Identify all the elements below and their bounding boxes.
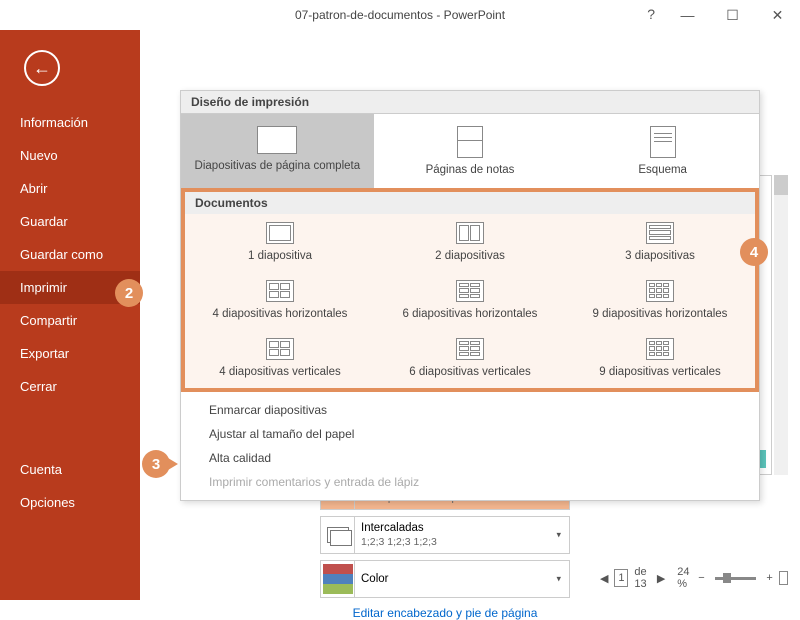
layout-dropdown-panel: Diseño de impresión Diapositivas de pági… — [180, 90, 760, 501]
callout-badge-3: 3 — [142, 450, 170, 478]
zoom-out-button[interactable]: − — [698, 572, 704, 584]
sidebar-item-save[interactable]: Guardar — [0, 205, 140, 238]
handout-3-icon — [646, 222, 674, 244]
handout-9v-icon — [646, 338, 674, 360]
prev-page-button[interactable]: ◀ — [600, 571, 608, 585]
chevron-down-icon: ▾ — [556, 574, 561, 585]
sidebar-item-close[interactable]: Cerrar — [0, 370, 140, 403]
handouts-section: Documentos 1 diapositiva 2 diapositivas … — [181, 188, 759, 392]
outline-icon — [650, 126, 676, 158]
handout-2-icon — [456, 222, 484, 244]
zoom-slider[interactable] — [715, 577, 757, 580]
handout-3[interactable]: 3 diapositivas — [565, 214, 755, 272]
handout-1-icon — [266, 222, 294, 244]
sidebar-item-info[interactable]: Información — [0, 106, 140, 139]
zoom-level-label: 24 % — [677, 566, 692, 590]
handout-6h[interactable]: 6 diapositivas horizontales — [375, 272, 565, 330]
edit-header-footer-link[interactable]: Editar encabezado y pie de página — [320, 606, 570, 620]
help-icon[interactable]: ? — [647, 6, 655, 22]
sidebar-item-account[interactable]: Cuenta — [0, 453, 140, 486]
option-scale-paper[interactable]: Ajustar al tamaño del papel — [181, 422, 759, 446]
setting-color-dropdown[interactable]: Color ▾ — [320, 560, 570, 598]
handout-4v[interactable]: 4 diapositivas verticales — [185, 330, 375, 388]
maximize-button[interactable]: ☐ — [710, 0, 755, 30]
window-controls: — ☐ ✕ — [665, 0, 800, 30]
page-number-input[interactable]: 1 — [614, 569, 628, 587]
sidebar-item-saveas[interactable]: Guardar como — [0, 238, 140, 271]
layout-full-page[interactable]: Diapositivas de página completa — [181, 114, 374, 188]
notes-page-icon — [457, 126, 483, 158]
handout-2[interactable]: 2 diapositivas — [375, 214, 565, 272]
layout-outline[interactable]: Esquema — [566, 114, 759, 188]
handout-6h-icon — [456, 280, 484, 302]
print-options-list: Enmarcar diapositivas Ajustar al tamaño … — [181, 392, 759, 500]
option-frame-slides[interactable]: Enmarcar diapositivas — [181, 398, 759, 422]
page-count-label: de 13 — [634, 566, 650, 590]
window-title: 07-patron-de-documentos - PowerPoint — [295, 8, 505, 22]
full-page-icon — [257, 126, 297, 154]
next-page-button[interactable]: ▶ — [657, 571, 665, 585]
handout-9h-icon — [646, 280, 674, 302]
handout-1[interactable]: 1 diapositiva — [185, 214, 375, 272]
handout-4v-icon — [266, 338, 294, 360]
handout-4h[interactable]: 4 diapositivas horizontales — [185, 272, 375, 330]
option-print-comments: Imprimir comentarios y entrada de lápiz — [181, 470, 759, 494]
option-high-quality[interactable]: Alta calidad — [181, 446, 759, 470]
title-bar: 07-patron-de-documentos - PowerPoint ? —… — [0, 0, 800, 30]
sidebar-item-new[interactable]: Nuevo — [0, 139, 140, 172]
close-button[interactable]: ✕ — [755, 0, 800, 30]
handout-6v-icon — [456, 338, 484, 360]
print-content: Diseño de impresión Diapositivas de pági… — [140, 30, 800, 600]
backstage-sidebar: Información Nuevo Abrir Guardar Guardar … — [0, 30, 140, 600]
handout-6v[interactable]: 6 diapositivas verticales — [375, 330, 565, 388]
handout-9h[interactable]: 9 diapositivas horizontales — [565, 272, 755, 330]
color-icon — [321, 561, 355, 597]
layout-notes-pages[interactable]: Páginas de notas — [374, 114, 567, 188]
fit-to-window-button[interactable] — [779, 571, 788, 585]
preview-status-bar: ◀ 1 de 13 ▶ 24 % − + — [600, 566, 788, 590]
setting-collated-dropdown[interactable]: Intercaladas1;2;3 1;2;3 1;2;3 ▾ — [320, 516, 570, 554]
sidebar-item-options[interactable]: Opciones — [0, 486, 140, 519]
collated-icon — [321, 517, 355, 553]
sidebar-item-export[interactable]: Exportar — [0, 337, 140, 370]
handout-4h-icon — [266, 280, 294, 302]
handout-9v[interactable]: 9 diapositivas verticales — [565, 330, 755, 388]
sidebar-item-share[interactable]: Compartir — [0, 304, 140, 337]
back-button[interactable] — [24, 50, 60, 86]
preview-scrollbar[interactable] — [774, 175, 788, 475]
sidebar-item-open[interactable]: Abrir — [0, 172, 140, 205]
handouts-header: Documentos — [185, 192, 755, 214]
minimize-button[interactable]: — — [665, 0, 710, 30]
callout-badge-4: 4 — [740, 238, 768, 266]
zoom-in-button[interactable]: + — [766, 572, 772, 584]
chevron-down-icon: ▾ — [556, 530, 561, 541]
print-layout-header: Diseño de impresión — [181, 91, 759, 114]
callout-badge-2: 2 — [115, 279, 143, 307]
